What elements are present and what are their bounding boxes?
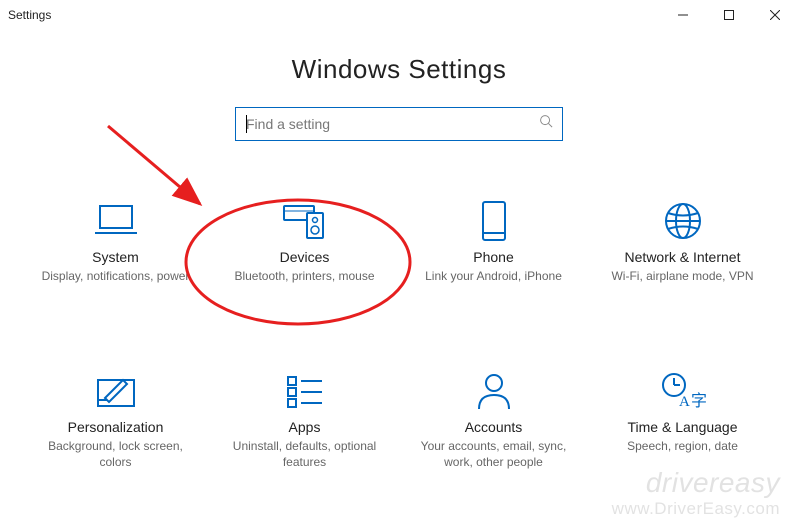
globe-icon — [663, 199, 703, 243]
tile-label: Devices — [280, 249, 330, 265]
tile-desc: Speech, region, date — [627, 438, 738, 454]
apps-icon — [284, 369, 326, 413]
time-language-icon: A 字 — [659, 369, 707, 413]
tile-label: Network & Internet — [625, 249, 741, 265]
tile-desc: Link your Android, iPhone — [425, 268, 562, 284]
tile-label: System — [92, 249, 139, 265]
window-controls — [660, 0, 798, 30]
watermark-line2: www.DriverEasy.com — [612, 499, 780, 519]
watermark-line1: drivereasy — [612, 467, 780, 499]
tile-devices[interactable]: Devices Bluetooth, printers, mouse — [215, 199, 394, 284]
page-title: Windows Settings — [0, 54, 798, 85]
maximize-button[interactable] — [706, 0, 752, 30]
close-button[interactable] — [752, 0, 798, 30]
tile-label: Personalization — [68, 419, 164, 435]
tile-system[interactable]: System Display, notifications, power — [26, 199, 205, 284]
tile-label: Phone — [473, 249, 513, 265]
settings-tiles: System Display, notifications, power Dev… — [0, 199, 798, 471]
tile-desc: Background, lock screen, colors — [31, 438, 201, 470]
search-box[interactable] — [235, 107, 563, 141]
tile-desc: Your accounts, email, sync, work, other … — [409, 438, 579, 470]
personalization-icon — [93, 369, 139, 413]
search-icon — [539, 114, 554, 134]
watermark: drivereasy www.DriverEasy.com — [612, 467, 780, 519]
tile-label: Apps — [289, 419, 321, 435]
tile-apps[interactable]: Apps Uninstall, defaults, optional featu… — [215, 369, 394, 470]
tile-personalization[interactable]: Personalization Background, lock screen,… — [26, 369, 205, 470]
minimize-button[interactable] — [660, 0, 706, 30]
search-input[interactable] — [246, 116, 528, 132]
window-title: Settings — [8, 8, 51, 22]
tile-label: Time & Language — [628, 419, 738, 435]
svg-text:A: A — [679, 394, 690, 410]
tile-desc: Wi-Fi, airplane mode, VPN — [611, 268, 753, 284]
text-cursor — [246, 115, 247, 133]
phone-icon — [480, 199, 508, 243]
tile-phone[interactable]: Phone Link your Android, iPhone — [404, 199, 583, 284]
laptop-icon — [93, 199, 139, 243]
tile-accounts[interactable]: Accounts Your accounts, email, sync, wor… — [404, 369, 583, 470]
search-container — [0, 107, 798, 141]
person-icon — [475, 369, 513, 413]
tile-label: Accounts — [465, 419, 523, 435]
devices-icon — [280, 199, 330, 243]
tile-desc: Bluetooth, printers, mouse — [234, 268, 374, 284]
svg-text:字: 字 — [691, 392, 707, 410]
tile-desc: Uninstall, defaults, optional features — [220, 438, 390, 470]
tile-desc: Display, notifications, power — [42, 268, 190, 284]
tile-network[interactable]: Network & Internet Wi-Fi, airplane mode,… — [593, 199, 772, 284]
tile-time-language[interactable]: A 字 Time & Language Speech, region, date — [593, 369, 772, 470]
titlebar: Settings — [0, 0, 798, 30]
